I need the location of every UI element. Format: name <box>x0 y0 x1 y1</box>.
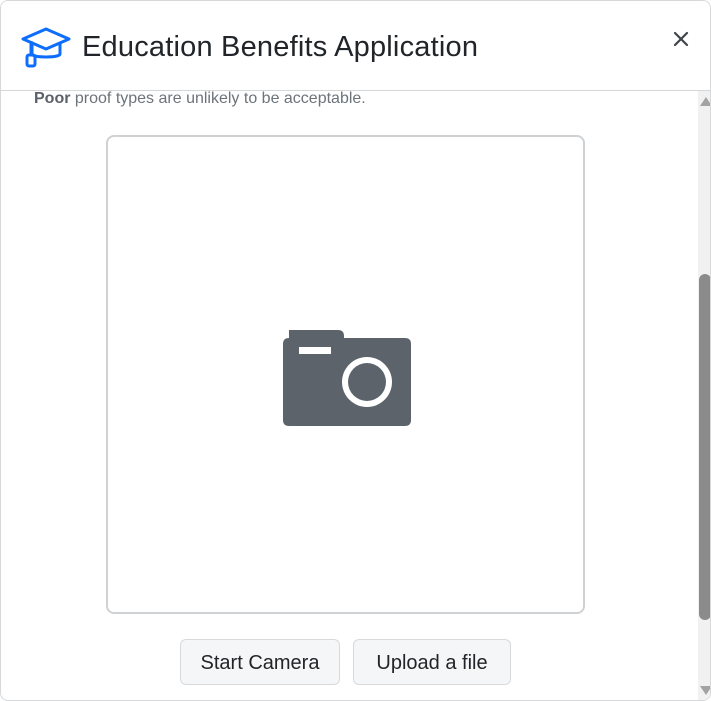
proof-quality-note: Poor proof types are unlikely to be acce… <box>34 91 366 109</box>
upload-file-button[interactable]: Upload a file <box>353 639 511 685</box>
scroll-up-arrow-icon[interactable] <box>700 97 710 106</box>
dialog-header: Education Benefits Application <box>1 1 710 91</box>
start-camera-button[interactable]: Start Camera <box>180 639 340 685</box>
note-emphasis: Poor <box>34 91 71 107</box>
dialog-title: Education Benefits Application <box>82 31 479 63</box>
scroll-thumb[interactable] <box>699 274 710 620</box>
scrollbar[interactable] <box>698 91 710 700</box>
scroll-down-arrow-icon[interactable] <box>700 686 710 695</box>
camera-icon <box>282 326 412 426</box>
application-dialog: Education Benefits Application Poor proo… <box>0 0 711 701</box>
photo-preview-area <box>106 135 585 614</box>
close-icon[interactable] <box>667 25 695 53</box>
note-text: proof types are unlikely to be acceptabl… <box>70 91 366 107</box>
dialog-body: Poor proof types are unlikely to be acce… <box>1 91 697 700</box>
graduation-cap-icon <box>20 25 72 69</box>
